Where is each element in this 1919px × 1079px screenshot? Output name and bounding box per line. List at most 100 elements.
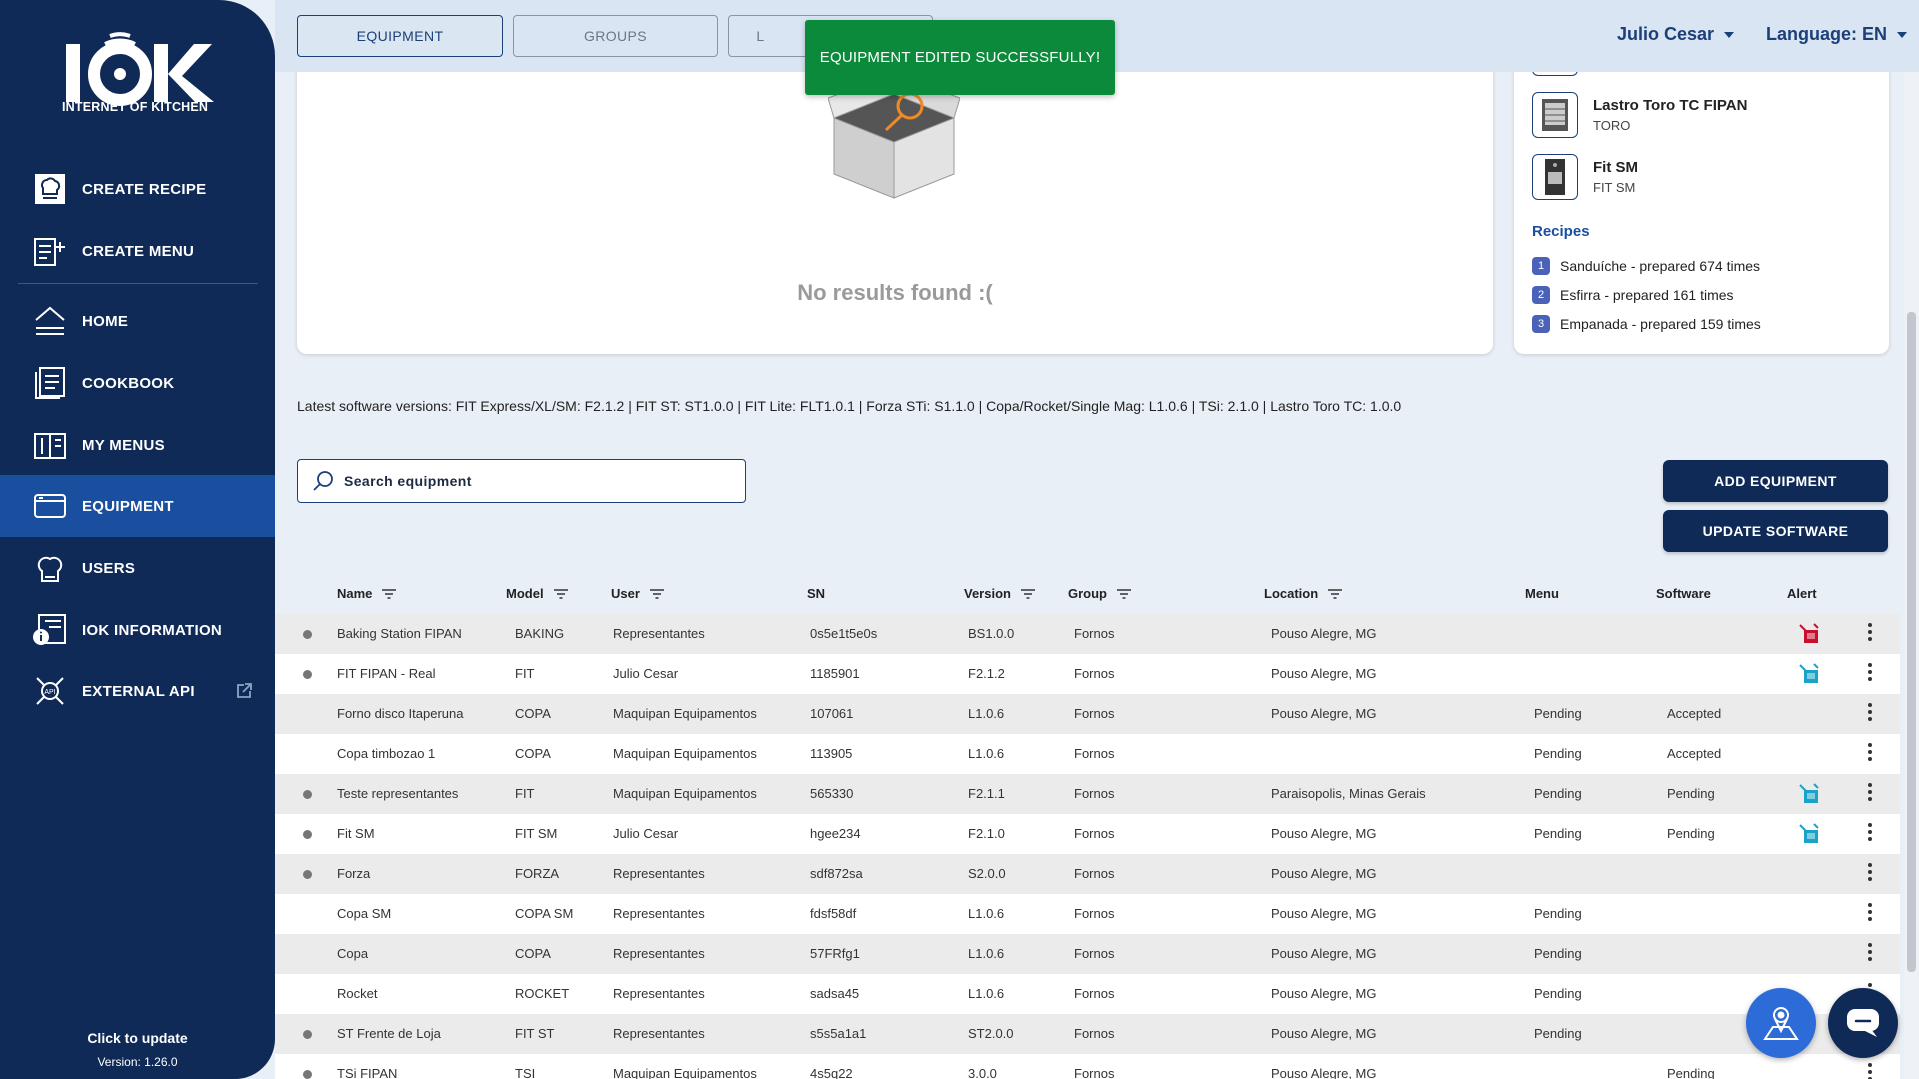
more-options-icon[interactable]: [1867, 663, 1873, 681]
page-scrollbar[interactable]: [1904, 72, 1919, 1079]
sidebar-item-create-menu[interactable]: CREATE MENU: [0, 220, 275, 282]
table-row[interactable]: Forno disco Itaperuna COPA Maquipan Equipa…: [275, 694, 1900, 734]
column-header-group[interactable]: Group: [1068, 586, 1131, 601]
column-header-location[interactable]: Location: [1264, 586, 1343, 601]
update-link[interactable]: Click to update: [0, 1030, 275, 1046]
recipe-text: Empanada - prepared 159 times: [1560, 316, 1761, 332]
header-label: Name: [337, 586, 373, 601]
table-row[interactable]: Fit SM FIT SM Julio Cesar hgee234 F2.1.0 Forn…: [275, 814, 1900, 854]
column-header-user[interactable]: User: [611, 586, 664, 601]
more-options-icon[interactable]: [1867, 863, 1873, 881]
table-row[interactable]: Teste representantes FIT Maquipan Equipame…: [275, 774, 1900, 814]
sidebar-item-home[interactable]: HOME: [0, 290, 275, 352]
logo-tagline: INTERNET OF KITCHEN: [62, 100, 209, 114]
chevron-down-icon: [1897, 31, 1908, 38]
cell-sn: 1185901: [810, 666, 860, 681]
table-row[interactable]: Copa timbozao 1 COPA Maquipan Equipamentos…: [275, 734, 1900, 774]
equipment-model: FIT SM: [1593, 180, 1636, 195]
column-header-model[interactable]: Model: [506, 586, 568, 601]
table-row[interactable]: FIT FIPAN - Real FIT Julio Cesar 1185901 F2.…: [275, 654, 1900, 694]
sidebar-item-iok-information[interactable]: IOK INFORMATION: [0, 599, 275, 661]
cell-version: ST2.0.0: [968, 1026, 1014, 1041]
equipment-item[interactable]: Fit SM FIT SM: [1532, 154, 1638, 200]
equipment-name: Lastro Toro TC FIPAN: [1593, 97, 1748, 114]
chat-button[interactable]: [1828, 988, 1898, 1058]
cell-model: FIT: [515, 666, 535, 681]
oven-icon: [1532, 92, 1578, 138]
filter-icon[interactable]: [382, 588, 397, 599]
cell-menu: Pending: [1534, 1026, 1582, 1041]
filter-icon[interactable]: [1020, 588, 1035, 599]
sidebar-item-external-api[interactable]: API EXTERNAL API: [0, 660, 275, 722]
filter-icon[interactable]: [1328, 588, 1343, 599]
table-row[interactable]: ST Frente de Loja FIT ST Representantes s5s…: [275, 1014, 1900, 1054]
sidebar-item-my-menus[interactable]: MY MENUS: [0, 414, 275, 476]
sidebar-item-cookbook[interactable]: COOKBOOK: [0, 352, 275, 414]
cell-model: COPA SM: [515, 906, 574, 921]
more-options-icon[interactable]: [1867, 623, 1873, 641]
cell-version: L1.0.6: [968, 906, 1005, 921]
header-label: Alert: [1787, 586, 1817, 601]
more-options-icon[interactable]: [1867, 1063, 1873, 1079]
table-row[interactable]: Rocket ROCKET Representantes sadsa45 L1.0.6 F…: [275, 974, 1900, 1014]
equipment-item[interactable]: Lastro Toro TC FIPAN TORO: [1532, 92, 1747, 138]
map-button[interactable]: [1746, 988, 1816, 1058]
update-software-button[interactable]: UPDATE SOFTWARE: [1663, 510, 1888, 552]
column-header-name[interactable]: Name: [337, 586, 397, 601]
cell-location: Paraisopolis, Minas Gerais: [1271, 786, 1426, 801]
cell-menu: Pending: [1534, 706, 1582, 721]
cell-user: Maquipan Equipamentos: [613, 786, 757, 801]
cell-software: Pending: [1667, 826, 1715, 841]
column-header-software: Software: [1656, 586, 1711, 601]
tab-equipment[interactable]: EQUIPMENT: [297, 15, 503, 57]
cell-version: S2.0.0: [968, 866, 1006, 881]
filter-icon[interactable]: [1117, 588, 1131, 599]
cell-user: Representantes: [613, 1026, 705, 1041]
sidebar-item-label: HOME: [82, 312, 129, 330]
add-equipment-button[interactable]: ADD EQUIPMENT: [1663, 460, 1888, 502]
recipe-rank: 1: [1532, 257, 1550, 275]
cell-sn: 107061: [810, 706, 854, 721]
sidebar-item-create-recipe[interactable]: CREATE RECIPE: [0, 158, 275, 220]
sidebar-item-label: EQUIPMENT: [82, 497, 174, 515]
sidebar-item-users[interactable]: USERS: [0, 537, 275, 599]
alert-icon[interactable]: [1798, 823, 1822, 848]
tab-groups[interactable]: GROUPS: [513, 15, 718, 57]
filter-icon[interactable]: [649, 588, 664, 599]
cell-version: F2.1.0: [968, 826, 1005, 841]
cell-location: Pouso Alegre, MG: [1271, 706, 1377, 721]
oven-icon: [1532, 154, 1578, 200]
recipes-title: Recipes: [1532, 223, 1590, 240]
user-menu[interactable]: Julio Cesar: [1617, 24, 1735, 45]
table-row[interactable]: Forza FORZA Representantes sdf872sa S2.0.0 Fo…: [275, 854, 1900, 894]
svg-text:API: API: [44, 689, 55, 696]
equipment-model: TORO: [1593, 118, 1631, 133]
more-options-icon[interactable]: [1867, 783, 1873, 801]
more-options-icon[interactable]: [1867, 823, 1873, 841]
language-selector[interactable]: Language: EN: [1766, 24, 1908, 45]
more-options-icon[interactable]: [1867, 743, 1873, 761]
alert-icon[interactable]: [1798, 663, 1822, 688]
search-input[interactable]: [344, 473, 724, 489]
filter-icon[interactable]: [553, 588, 568, 599]
menu-add-icon: [32, 233, 68, 269]
map-pin-icon: [1763, 1007, 1799, 1040]
sidebar-item-equipment[interactable]: EQUIPMENT: [0, 475, 275, 537]
column-header-version[interactable]: Version: [964, 586, 1035, 601]
cell-location: Pouso Alegre, MG: [1271, 1026, 1377, 1041]
alert-icon[interactable]: [1798, 783, 1822, 808]
more-options-icon[interactable]: [1867, 943, 1873, 961]
table-row[interactable]: Copa SM COPA SM Representantes fdsf58df L1.0…: [275, 894, 1900, 934]
more-options-icon[interactable]: [1867, 703, 1873, 721]
cell-user: Representantes: [613, 986, 705, 1001]
table-row[interactable]: Baking Station FIPAN BAKING Representantes…: [275, 614, 1900, 654]
cell-user: Maquipan Equipamentos: [613, 706, 757, 721]
alert-icon[interactable]: [1798, 623, 1822, 648]
table-row[interactable]: TSi FIPAN TSI Maquipan Equipamentos 4s5q22 3…: [275, 1054, 1900, 1079]
table-row[interactable]: Copa COPA Representantes 57FRfg1 L1.0.6 Forno…: [275, 934, 1900, 974]
scrollbar-thumb[interactable]: [1907, 312, 1916, 972]
more-options-icon[interactable]: [1867, 903, 1873, 921]
table-header: Name Model User SN Version Group Locatio…: [275, 580, 1900, 612]
api-icon: API: [32, 673, 68, 709]
chat-icon: [1847, 1009, 1879, 1037]
